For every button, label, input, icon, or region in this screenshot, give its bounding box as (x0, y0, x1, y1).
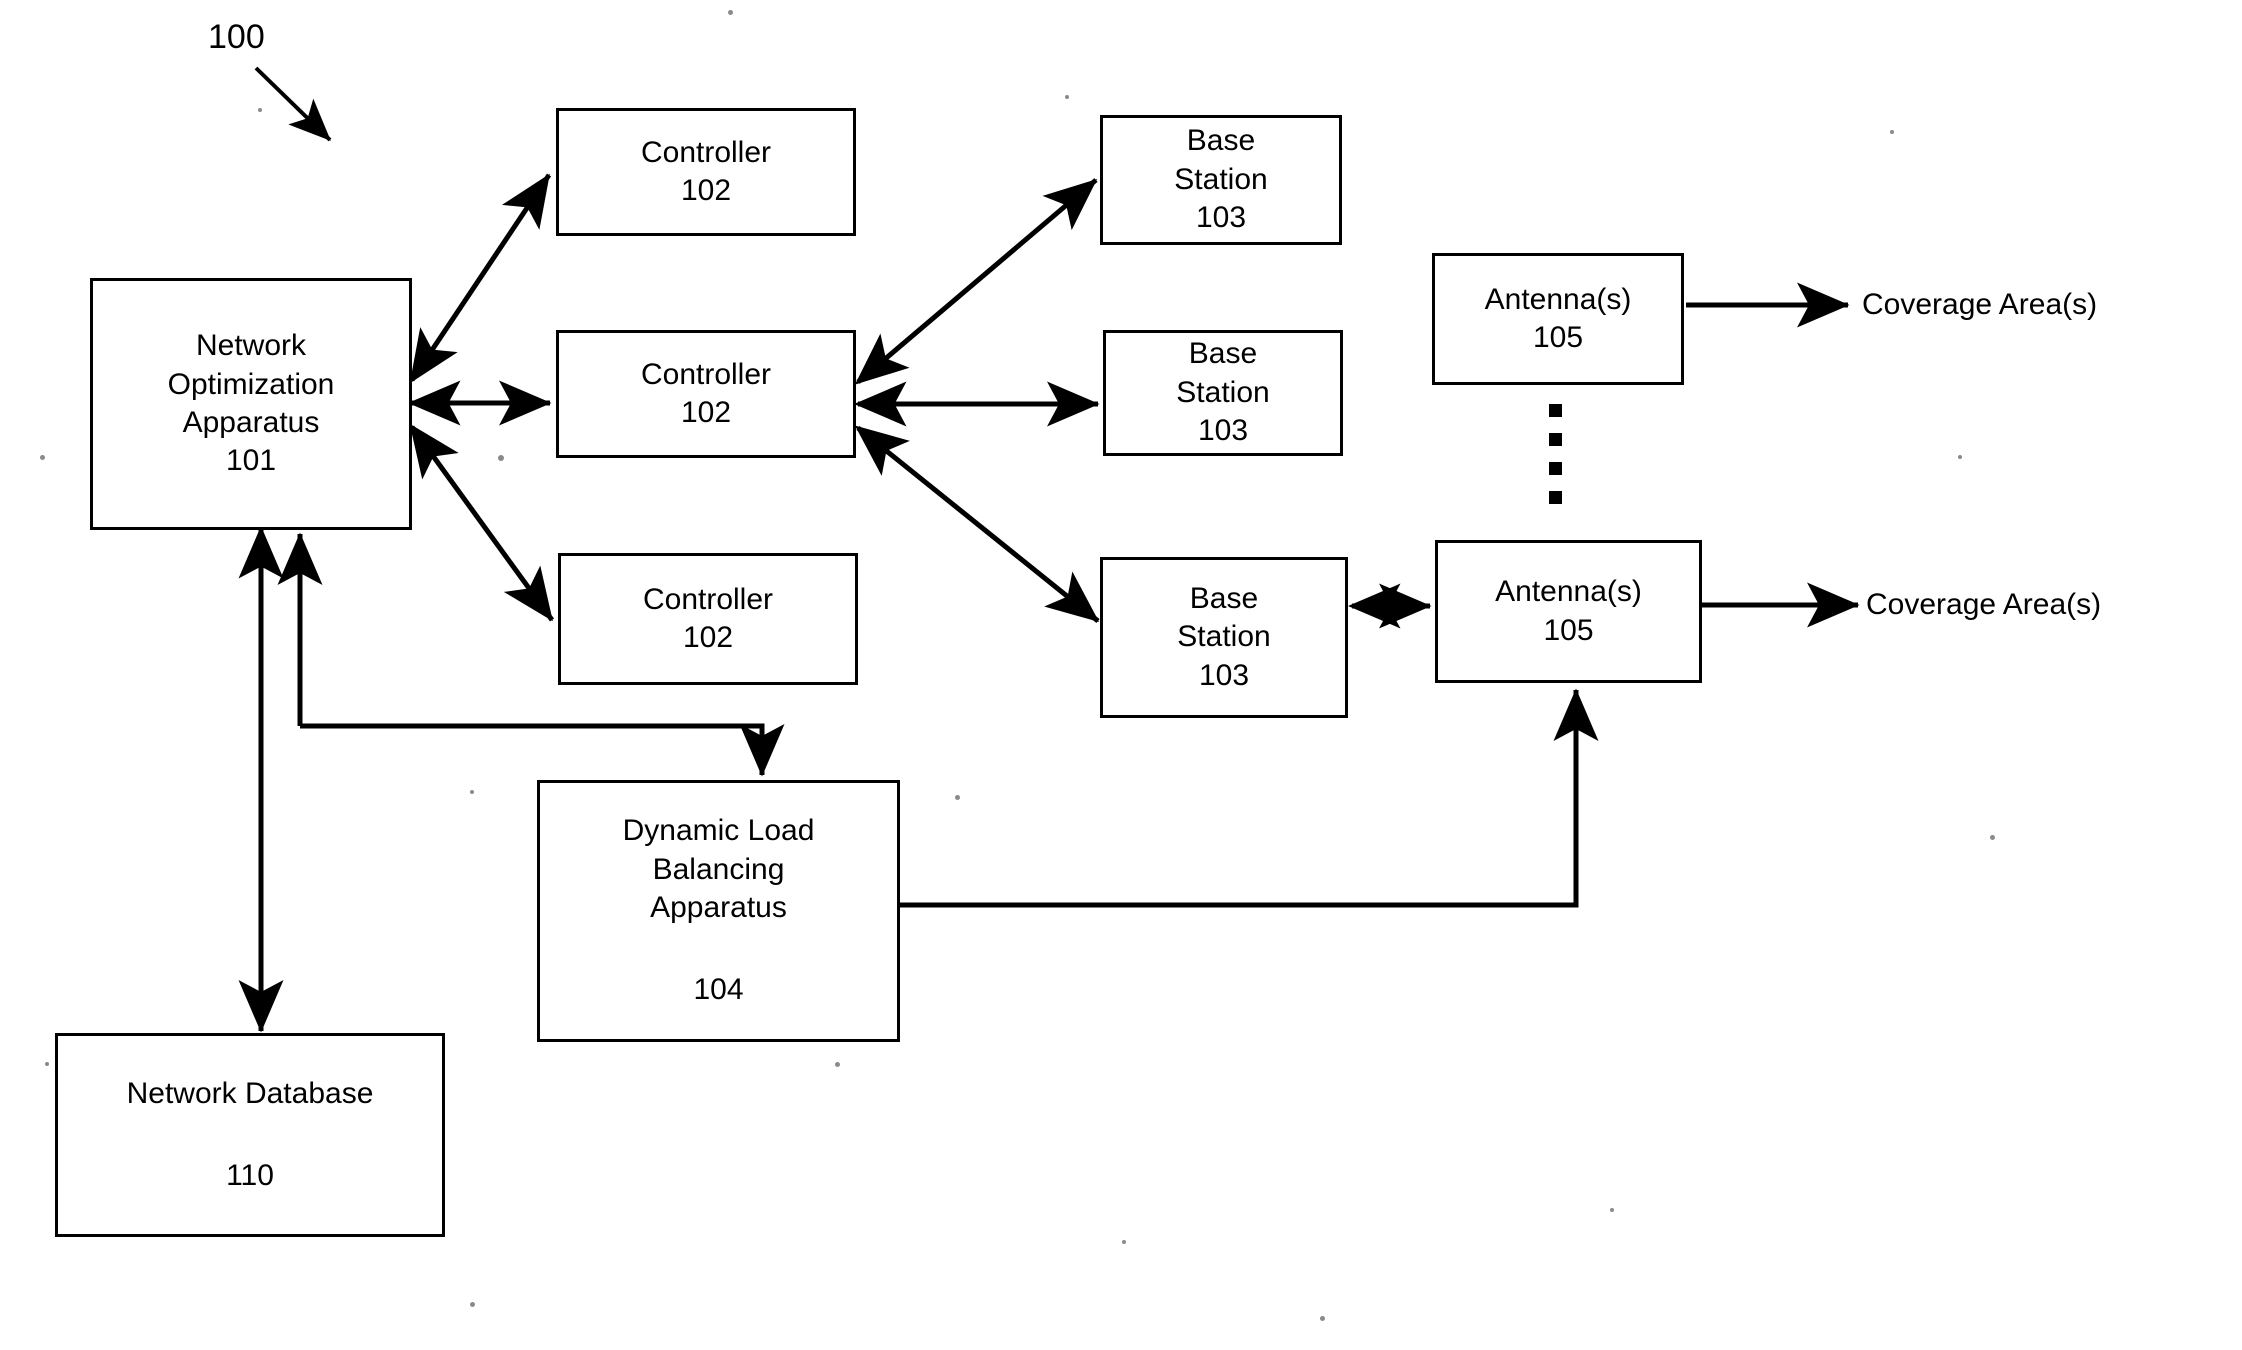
block-controller-3[interactable]: Controller 102 (558, 553, 858, 685)
block-label-line: Antenna(s) (1484, 282, 1632, 316)
scan-speck (498, 455, 504, 461)
block-base-station-3[interactable]: Base Station 103 (1100, 557, 1348, 718)
scan-speck (258, 108, 262, 112)
label-coverage-area-top: Coverage Area(s) (1862, 288, 2098, 321)
block-label-line: Network Database (126, 1076, 374, 1110)
scan-speck (1320, 1316, 1325, 1321)
scan-speck (1610, 1208, 1614, 1212)
connector-noa-controller1 (409, 173, 552, 384)
scan-speck (728, 10, 733, 15)
scan-speck (40, 455, 45, 460)
block-label-line: Station (1174, 162, 1268, 196)
connector-dlb-to-antenna2 (900, 688, 1599, 908)
scan-speck (470, 1302, 475, 1307)
block-label-line: Station (1177, 620, 1271, 654)
block-label-line: Apparatus (650, 891, 787, 924)
block-reference-numeral: 102 (680, 174, 732, 207)
block-controller-1[interactable]: Controller 102 (556, 108, 856, 236)
block-base-station-1[interactable]: Base Station 103 (1100, 115, 1342, 245)
scan-speck (1122, 1240, 1126, 1244)
block-label-line: Base (1188, 337, 1258, 371)
block-label-line: Base (1186, 124, 1256, 158)
block-reference-numeral: 101 (225, 444, 277, 478)
connector-noa-to-dlb (300, 723, 785, 777)
connector-controller2-basestation1 (854, 178, 1098, 385)
patent-figure-100: 100 Network Optimization Apparatus 101 C… (0, 0, 2242, 1350)
block-label-line: Balancing (652, 852, 785, 886)
scan-speck (955, 795, 960, 800)
block-reference-numeral: 102 (680, 396, 732, 429)
connector-controller2-basestation3 (854, 425, 1100, 623)
block-reference-numeral: 103 (1198, 658, 1250, 692)
block-network-database[interactable]: Network Database 110 (55, 1033, 445, 1237)
block-network-optimization-apparatus[interactable]: Network Optimization Apparatus 101 (90, 278, 412, 530)
block-antenna-1[interactable]: Antenna(s) 105 (1432, 253, 1684, 385)
scan-speck (1958, 455, 1962, 459)
block-label-line: Antenna(s) (1495, 575, 1642, 609)
block-label-line: Dynamic Load (622, 814, 815, 848)
block-label-line: Controller (642, 582, 774, 616)
block-reference-numeral: 105 (1543, 613, 1594, 647)
scan-speck (1065, 95, 1069, 99)
figure-number: 100 (208, 18, 265, 56)
block-label-line: Controller (640, 135, 772, 169)
block-label-line: Network (195, 329, 307, 363)
block-reference-numeral: 103 (1197, 414, 1249, 448)
block-dynamic-load-balancing-apparatus[interactable]: Dynamic Load Balancing Apparatus 104 (537, 780, 900, 1042)
connector-noa-controller3 (409, 423, 555, 622)
block-antenna-2[interactable]: Antenna(s) 105 (1435, 540, 1702, 683)
block-reference-numeral: 110 (226, 1159, 274, 1192)
vertical-ellipsis-icon (1548, 404, 1562, 504)
scan-speck (1990, 835, 1995, 840)
block-label-line: Base (1189, 581, 1259, 615)
block-reference-numeral: 103 (1195, 201, 1247, 235)
label-coverage-area-bottom: Coverage Area(s) (1866, 588, 2102, 621)
block-label-line: Optimization (167, 367, 335, 401)
scan-speck (1890, 130, 1894, 134)
scan-speck (470, 790, 474, 794)
block-reference-numeral: 104 (693, 973, 744, 1007)
figure-leader-arrow (254, 66, 332, 142)
block-label-line: Controller (640, 357, 772, 391)
block-label-line: Station (1176, 375, 1270, 409)
block-reference-numeral: 105 (1532, 321, 1584, 354)
scan-speck (45, 1062, 49, 1066)
block-base-station-2[interactable]: Base Station 103 (1103, 330, 1343, 456)
block-controller-2[interactable]: Controller 102 (556, 330, 856, 458)
scan-speck (835, 1062, 840, 1067)
block-label-line: Apparatus (182, 406, 320, 439)
block-reference-numeral: 102 (682, 621, 734, 654)
